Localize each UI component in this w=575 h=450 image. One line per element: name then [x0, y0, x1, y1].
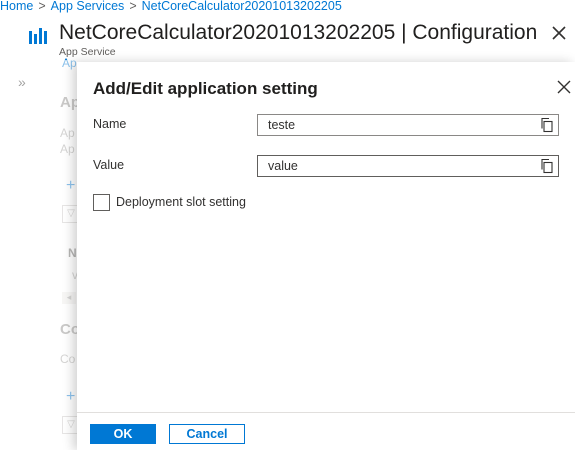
copy-icon[interactable] [539, 117, 555, 133]
app-service-icon [29, 28, 47, 44]
close-icon[interactable] [557, 80, 571, 94]
copy-icon[interactable] [539, 158, 555, 174]
close-icon[interactable] [551, 25, 567, 41]
breadcrumb-separator: > [38, 0, 46, 13]
breadcrumb-home[interactable]: Home [0, 0, 33, 12]
breadcrumb: Home > App Services > NetCoreCalculator20201… [0, 0, 342, 14]
ok-button[interactable]: OK [90, 424, 156, 444]
value-field [257, 155, 559, 177]
cancel-button[interactable]: Cancel [169, 424, 245, 444]
page-title: NetCoreCalculator20201013202205 | Config… [59, 21, 538, 44]
dialog-footer: OK Cancel [77, 412, 575, 450]
name-input[interactable] [258, 115, 528, 135]
dialog-title: Add/Edit application setting [93, 79, 318, 98]
name-label: Name [93, 117, 127, 131]
value-label: Value [93, 158, 125, 172]
add-edit-setting-dialog: Add/Edit application setting Name Value … [77, 62, 575, 450]
name-field [257, 114, 559, 136]
breadcrumb-separator: > [129, 0, 137, 13]
breadcrumb-app-name[interactable]: NetCoreCalculator20201013202205 [142, 0, 342, 12]
value-input[interactable] [258, 156, 528, 176]
deployment-slot-label: Deployment slot setting [116, 195, 246, 209]
deployment-slot-checkbox[interactable] [93, 194, 110, 211]
breadcrumb-app-services[interactable]: App Services [51, 0, 125, 12]
